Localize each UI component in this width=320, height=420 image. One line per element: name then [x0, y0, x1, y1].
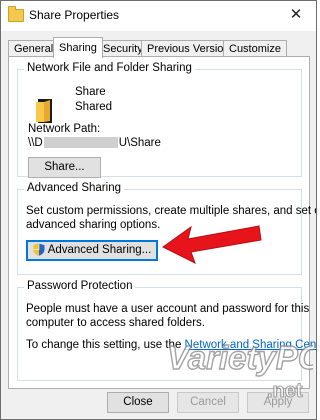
close-button[interactable]: Close [107, 392, 169, 413]
advanced-description-2: advanced sharing options. [26, 219, 161, 231]
advanced-sharing-button[interactable]: Advanced Sharing... [26, 240, 158, 261]
share-status: Shared [75, 101, 113, 113]
group-legend: Password Protection [24, 280, 136, 292]
svg-text:VarietyPC: VarietyPC [167, 339, 313, 376]
varietypc-watermark: VarietyPC .net [166, 338, 313, 402]
red-arrow-annotation [162, 225, 262, 265]
password-text-1: People must have a user account and pass… [26, 303, 310, 315]
tab-general[interactable]: General [8, 40, 60, 57]
group-legend: Network File and Folder Sharing [24, 62, 195, 74]
tab-customize[interactable]: Customize [223, 40, 287, 57]
advanced-description-1: Set custom permissions, create multiple … [26, 205, 317, 217]
tab-strip: General Sharing Security Previous Versio… [8, 37, 312, 58]
share-button[interactable]: Share... [28, 157, 101, 178]
network-sharing-group: Network File and Folder Sharing Share Sh… [17, 62, 302, 178]
svg-text:.net: .net [267, 380, 303, 402]
tab-sharing[interactable]: Sharing [53, 37, 103, 58]
network-path-value: \\D U\Share [28, 137, 161, 149]
shared-folder-icon [36, 99, 52, 123]
folder-name: Share [75, 86, 106, 98]
network-path-label: Network Path: [28, 123, 101, 135]
uac-shield-icon [33, 243, 45, 257]
close-icon[interactable]: ✕ [276, 1, 316, 29]
group-legend: Advanced Sharing [24, 182, 124, 194]
properties-window: Share Properties ✕ General Sharing Secur… [0, 0, 317, 420]
folder-icon [8, 6, 24, 22]
window-title: Share Properties [29, 8, 120, 22]
title-bar[interactable]: Share Properties ✕ [1, 1, 316, 31]
redacted-path [43, 137, 118, 149]
